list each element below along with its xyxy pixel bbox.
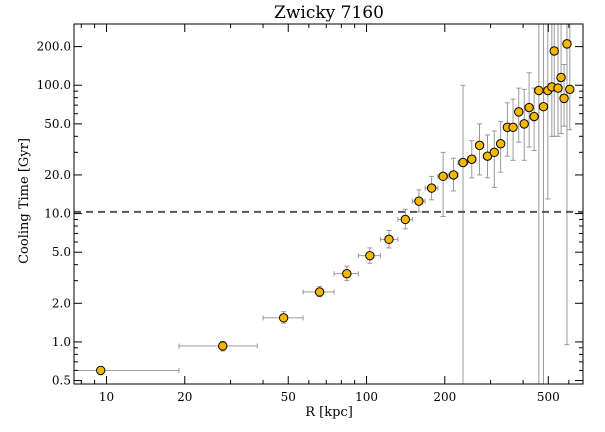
- y-tick-label: 2.0: [52, 296, 71, 310]
- data-point: [559, 93, 569, 104]
- x-axis: 10 20 50 100 200 500: [80, 24, 570, 404]
- error-bar: [549, 23, 555, 137]
- error-bar: [457, 84, 469, 385]
- data-point: [467, 154, 477, 164]
- data-point: [95, 365, 106, 376]
- data-point: [549, 46, 559, 56]
- error-bar: [437, 151, 449, 217]
- y-tick-label: 100.0: [37, 78, 71, 92]
- data-point: [342, 269, 352, 279]
- data-point: [538, 102, 549, 112]
- data-point: [529, 111, 539, 122]
- x-tick-label: 200: [433, 390, 456, 404]
- y-tick-label: 10.0: [44, 207, 71, 221]
- data-point: [565, 84, 575, 94]
- data-point: [489, 147, 499, 158]
- data-point: [384, 234, 394, 245]
- y-tick-label: 200.0: [37, 40, 71, 54]
- data-points: [95, 39, 575, 376]
- data-point: [365, 250, 375, 261]
- error-bar: [536, 23, 542, 385]
- data-point: [426, 183, 437, 193]
- plot-area: [73, 23, 583, 385]
- data-point: [524, 102, 534, 113]
- y-axis: 0.5 1.0 2.0 5.0 10.0 20.0 50.0 100.0 200.0: [37, 23, 583, 388]
- error-bar: [73, 366, 180, 375]
- data-point: [218, 341, 228, 351]
- data-point: [278, 313, 289, 323]
- x-tick-label: 100: [355, 390, 378, 404]
- data-point: [414, 196, 424, 206]
- x-tick-label: 50: [281, 390, 296, 404]
- error-bar: [540, 23, 546, 385]
- data-point: [314, 287, 325, 297]
- data-point: [495, 139, 506, 149]
- data-point: [508, 122, 518, 133]
- data-point: [448, 170, 459, 180]
- data-point: [458, 157, 468, 168]
- y-tick-label: 50.0: [44, 117, 71, 131]
- y-tick-label: 5.0: [52, 245, 71, 259]
- y-tick-label: 0.5: [52, 374, 71, 388]
- data-point: [474, 140, 485, 151]
- x-tick-label: 20: [177, 390, 192, 404]
- data-point: [438, 171, 448, 182]
- data-point: [400, 214, 411, 225]
- data-point: [534, 85, 544, 96]
- error-bars: [73, 23, 573, 385]
- cooling-time-chart: Zwicky 7160 10 20 50 100 200 500 0.5 1.0 2.0 5.0…: [17, 3, 584, 420]
- x-axis-label: R [kpc]: [305, 405, 353, 420]
- y-axis-label: Cooling Time [Gyr]: [17, 138, 32, 264]
- data-point: [556, 72, 566, 83]
- x-tick-label: 500: [537, 390, 560, 404]
- y-tick-label: 1.0: [52, 335, 71, 349]
- y-tick-label: 20.0: [44, 168, 71, 182]
- error-bar: [551, 23, 557, 137]
- error-bar: [490, 130, 498, 188]
- data-point: [553, 83, 563, 93]
- data-point: [562, 39, 572, 49]
- plot-frame: [73, 23, 584, 385]
- chart-title: Zwicky 7160: [274, 3, 384, 23]
- x-tick-label: 10: [99, 390, 114, 404]
- data-point: [519, 119, 529, 129]
- error-bar: [564, 23, 570, 346]
- data-point: [514, 107, 524, 117]
